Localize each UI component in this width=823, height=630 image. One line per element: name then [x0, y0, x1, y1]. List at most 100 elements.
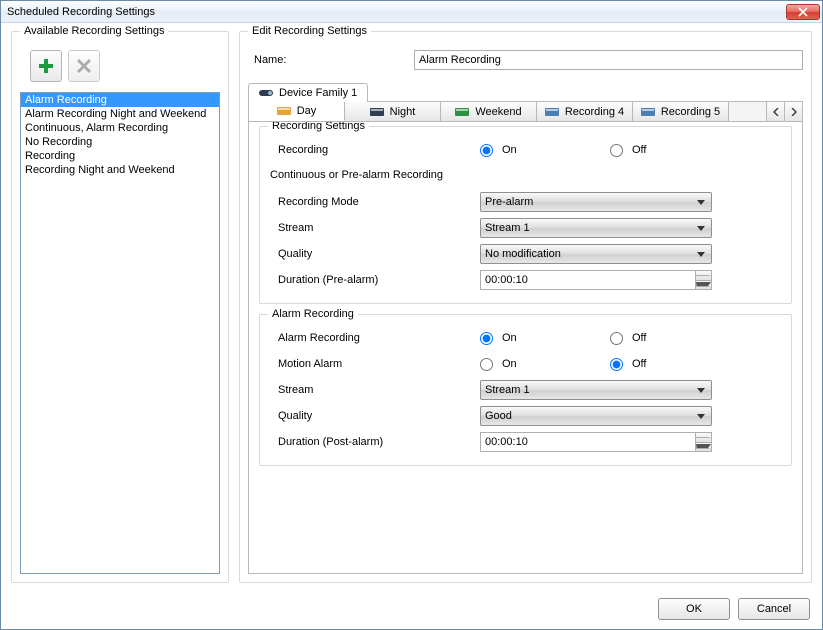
motion-on-label: On [502, 358, 517, 370]
spin-buttons [695, 433, 711, 451]
tabs-scroll-right[interactable] [784, 102, 802, 121]
tab-day[interactable]: Day [249, 102, 345, 121]
list-item[interactable]: No Recording [21, 135, 219, 149]
duration-spinner[interactable]: 00:00:10 [480, 270, 712, 290]
stream-value: Stream 1 [485, 222, 530, 234]
alarm-quality-label: Quality [270, 410, 480, 422]
schedule-icon [455, 107, 469, 117]
recording-settings-section: Recording Settings Recording On Off [259, 126, 792, 304]
recording-on-radio[interactable]: On [480, 144, 610, 157]
duration-value: 00:00:10 [485, 274, 528, 286]
tab-label: Day [297, 105, 317, 117]
settings-listbox[interactable]: Alarm RecordingAlarm Recording Night and… [20, 92, 220, 574]
alarm-on-radio[interactable]: On [480, 332, 610, 345]
quality-label: Quality [270, 248, 480, 260]
spin-down[interactable] [695, 443, 711, 452]
alarm-duration-label: Duration (Post-alarm) [270, 436, 480, 448]
delete-button[interactable] [68, 50, 100, 82]
tabs-scroll-left[interactable] [766, 102, 784, 121]
tab-weekend[interactable]: Weekend [441, 102, 537, 121]
cancel-button[interactable]: Cancel [738, 598, 810, 620]
list-item[interactable]: Alarm Recording Night and Weekend [21, 107, 219, 121]
close-button[interactable] [786, 4, 820, 20]
name-input[interactable] [414, 50, 803, 70]
list-item[interactable]: Recording [21, 149, 219, 163]
alarm-recording-title: Alarm Recording [268, 308, 358, 320]
add-button[interactable] [30, 50, 62, 82]
motion-off-input[interactable] [610, 358, 623, 371]
name-label: Name: [248, 54, 408, 66]
motion-row: Motion Alarm On Off [270, 351, 781, 377]
alarm-duration-value: 00:00:10 [485, 436, 528, 448]
arrow-up-icon [696, 275, 711, 276]
mode-combo[interactable]: Pre-alarm [480, 192, 712, 212]
alarm-quality-row: Quality Good [270, 403, 781, 429]
arrow-down-icon [696, 444, 711, 449]
arrow-up-icon [696, 437, 711, 438]
recording-off-label: Off [632, 144, 646, 156]
available-settings-title: Available Recording Settings [20, 25, 168, 37]
alarm-duration-spinner[interactable]: 00:00:10 [480, 432, 712, 452]
alarm-off-label: Off [632, 332, 646, 344]
recording-on-input[interactable] [480, 144, 493, 157]
recording-row: Recording On Off [270, 137, 781, 163]
tab-device-family[interactable]: Device Family 1 [248, 83, 368, 102]
list-toolbar [20, 46, 220, 90]
spin-buttons [695, 271, 711, 289]
right-column: Edit Recording Settings Name: Device Fam… [239, 31, 812, 583]
alarm-off-input[interactable] [610, 332, 623, 345]
window-title: Scheduled Recording Settings [7, 6, 786, 18]
alarm-quality-value: Good [485, 410, 512, 422]
continuous-subheading: Continuous or Pre-alarm Recording [270, 169, 781, 181]
alarm-recording-section: Alarm Recording Alarm Recording On Off [259, 314, 792, 466]
spin-down[interactable] [695, 281, 711, 290]
list-item[interactable]: Recording Night and Weekend [21, 163, 219, 177]
available-settings-group: Available Recording Settings Alarm Recor… [11, 31, 229, 583]
chevron-right-icon [791, 108, 797, 116]
recording-off-input[interactable] [610, 144, 623, 157]
mode-value: Pre-alarm [485, 196, 533, 208]
left-column: Available Recording Settings Alarm Recor… [11, 31, 229, 583]
dialog-footer: OK Cancel [1, 589, 822, 629]
motion-off-radio[interactable]: Off [610, 358, 646, 371]
plus-icon [37, 57, 55, 75]
stream-row: Stream Stream 1 [270, 215, 781, 241]
cross-icon [75, 57, 93, 75]
close-icon [798, 7, 808, 17]
device-icon [259, 88, 273, 98]
dialog-body: Available Recording Settings Alarm Recor… [1, 23, 822, 589]
stream-combo[interactable]: Stream 1 [480, 218, 712, 238]
spin-up[interactable] [695, 271, 711, 281]
titlebar: Scheduled Recording Settings [1, 1, 822, 23]
recording-settings-title: Recording Settings [268, 122, 369, 132]
tab-night[interactable]: Night [345, 102, 441, 121]
motion-off-label: Off [632, 358, 646, 370]
chevron-left-icon [773, 108, 779, 116]
tab-recording-5[interactable]: Recording 5 [633, 102, 729, 121]
recording-label: Recording [270, 144, 480, 156]
tab-label: Recording 5 [661, 106, 720, 118]
edit-settings-group: Edit Recording Settings Name: Device Fam… [239, 31, 812, 583]
schedule-tabstrip: Day NightWeekendRecording 4 Recording 5 [248, 102, 803, 122]
duration-label: Duration (Pre-alarm) [270, 274, 480, 286]
tab-recording-4[interactable]: Recording 4 [537, 102, 633, 121]
alarm-on-input[interactable] [480, 332, 493, 345]
list-item[interactable]: Continuous, Alarm Recording [21, 121, 219, 135]
ok-button[interactable]: OK [658, 598, 730, 620]
mode-label: Recording Mode [270, 196, 480, 208]
quality-combo[interactable]: No modification [480, 244, 712, 264]
motion-on-input[interactable] [480, 358, 493, 371]
recording-off-radio[interactable]: Off [610, 144, 646, 157]
stream-label: Stream [270, 222, 480, 234]
quality-value: No modification [485, 248, 561, 260]
motion-on-radio[interactable]: On [480, 358, 610, 371]
list-item[interactable]: Alarm Recording [21, 93, 219, 107]
spin-up[interactable] [695, 433, 711, 443]
alarm-stream-combo[interactable]: Stream 1 [480, 380, 712, 400]
alarm-duration-row: Duration (Post-alarm) 00:00:10 [270, 429, 781, 455]
tab-device-label: Device Family 1 [279, 87, 357, 99]
arrow-down-icon [696, 282, 711, 287]
alarm-off-radio[interactable]: Off [610, 332, 646, 345]
alarm-on-label: On [502, 332, 517, 344]
alarm-quality-combo[interactable]: Good [480, 406, 712, 426]
